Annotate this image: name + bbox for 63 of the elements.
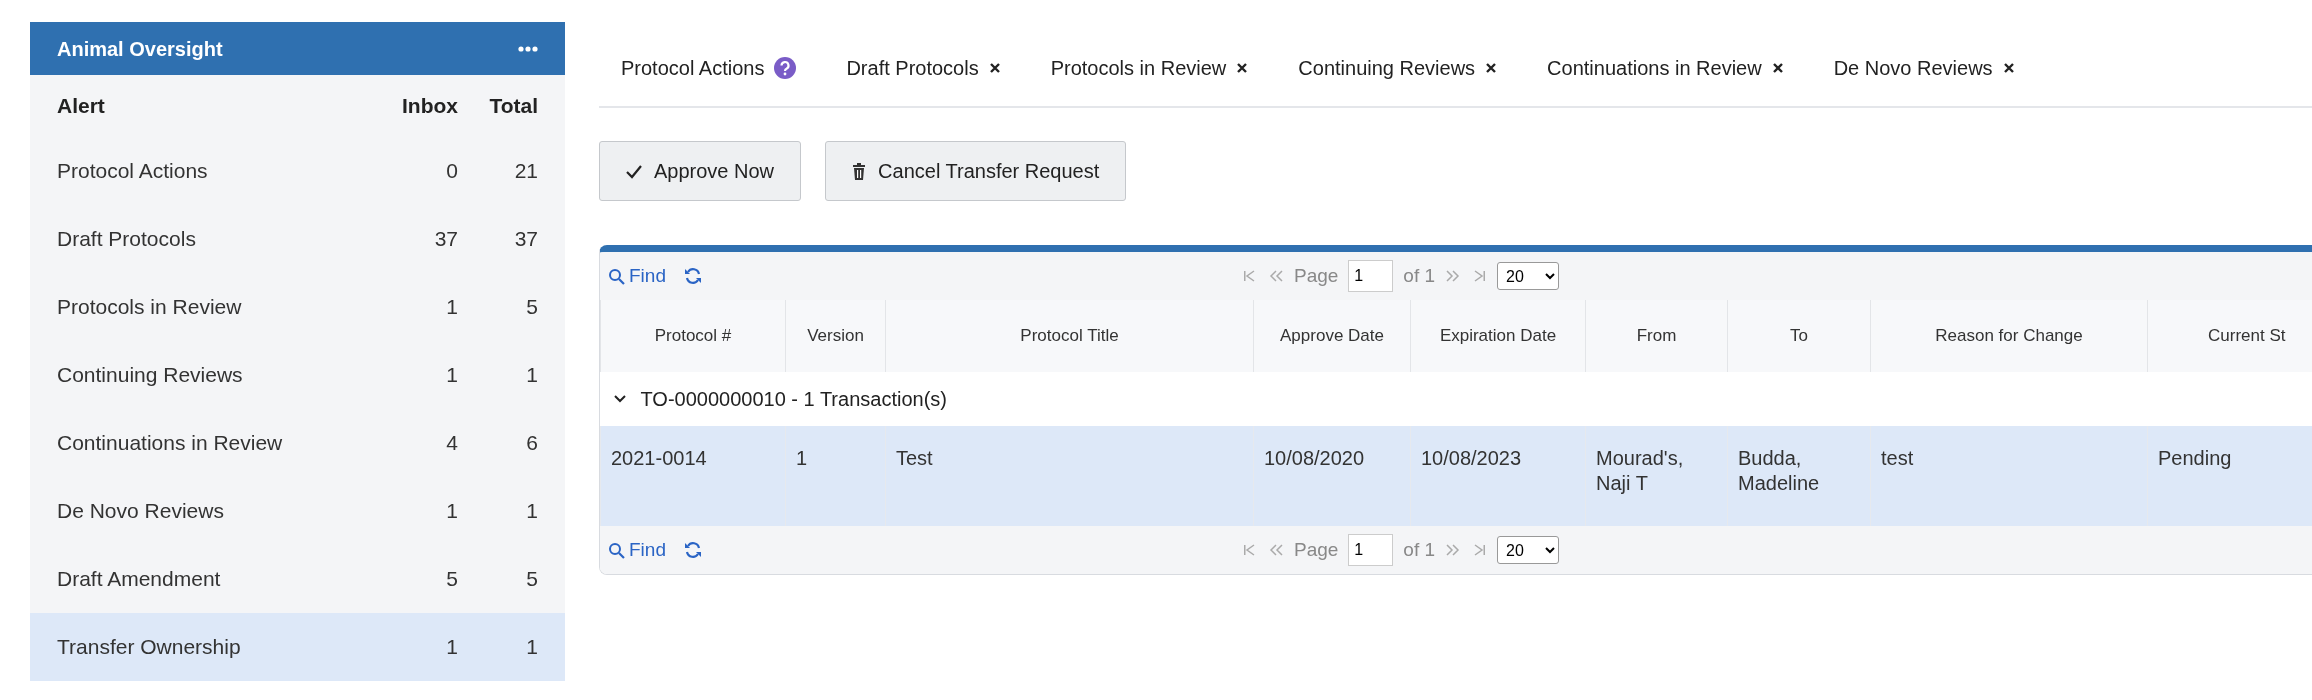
page-field[interactable]: 1 — [1348, 534, 1394, 566]
panel-title: Animal Oversight — [57, 36, 223, 62]
tab[interactable]: Protocol Actions — [621, 53, 765, 83]
table-cell: 1 — [796, 447, 808, 469]
column-header[interactable]: Protocol # — [654, 325, 732, 345]
table-cell: test — [1881, 447, 1914, 469]
alert-row[interactable]: Continuing Reviews 1 1 — [30, 341, 565, 409]
search-icon — [608, 267, 625, 285]
page-label: Page — [1293, 263, 1339, 288]
table-cell: Mourad's, Naji T — [1596, 447, 1684, 494]
find-link[interactable]: Find — [608, 535, 666, 565]
page-label: Page — [1293, 537, 1339, 562]
column-header[interactable]: Version — [807, 325, 864, 345]
alert-row[interactable]: Protocol Actions 0 21 — [30, 137, 565, 205]
tab[interactable]: De Novo Reviews — [1833, 53, 1993, 83]
tab[interactable]: Protocols in Review — [1050, 53, 1227, 83]
column-header[interactable]: Expiration Date — [1439, 325, 1557, 345]
close-icon[interactable] — [2002, 62, 2015, 74]
close-icon[interactable] — [1236, 62, 1249, 74]
alert-row[interactable]: Draft Amendment 5 5 — [30, 545, 565, 613]
table-cell: Budda, Madeline — [1738, 447, 1820, 494]
button[interactable]: Cancel Transfer Request — [825, 141, 1127, 201]
column-header: Alert — [57, 93, 106, 120]
column-header[interactable]: Protocol Title — [1020, 325, 1119, 345]
refresh-icon[interactable] — [683, 267, 702, 285]
alert-row[interactable]: Draft Protocols 37 37 — [30, 205, 565, 273]
column-header[interactable]: From — [1636, 325, 1677, 345]
page-size-select[interactable]: 20 — [1497, 536, 1560, 564]
page-field[interactable]: 1 — [1348, 260, 1394, 292]
trash-icon — [852, 162, 867, 180]
search-icon — [608, 541, 625, 559]
table-cell: Test — [896, 447, 933, 469]
table-cell: Pending — [2158, 447, 2232, 469]
tab[interactable]: Continuing Reviews — [1298, 53, 1476, 83]
alert-row[interactable]: Continuations in Review 4 6 — [30, 409, 565, 477]
tab[interactable]: Draft Protocols — [846, 53, 979, 83]
button[interactable]: Approve Now — [599, 141, 802, 201]
column-header[interactable]: Reason for Change — [1935, 325, 2083, 345]
page-size-select[interactable]: 20 — [1497, 262, 1560, 290]
tab[interactable]: Continuations in Review — [1547, 53, 1762, 83]
page-count: of 1 — [1403, 263, 1436, 288]
chevron-icon[interactable] — [612, 393, 627, 405]
table-cell: 10/08/2023 — [1421, 447, 1522, 469]
close-icon[interactable] — [1771, 62, 1784, 74]
help-icon — [774, 57, 797, 79]
column-header: Inbox — [401, 93, 458, 120]
refresh-icon[interactable] — [683, 541, 702, 559]
table-cell: 2021-0014 — [611, 447, 707, 469]
table-cell: 10/08/2020 — [1264, 447, 1365, 469]
column-header[interactable]: Approve Date — [1280, 325, 1384, 345]
page-count: of 1 — [1403, 537, 1436, 562]
close-icon[interactable] — [988, 62, 1001, 74]
find-link[interactable]: Find — [608, 261, 666, 291]
alert-row[interactable]: Protocols in Review 1 5 — [30, 273, 565, 341]
group-label: TO-0000000010 - 1 Transaction(s) — [640, 386, 947, 412]
alert-row[interactable]: De Novo Reviews 1 1 — [30, 477, 565, 545]
alert-row[interactable]: Transfer Ownership 1 1 — [30, 613, 565, 681]
close-icon[interactable] — [1485, 62, 1498, 74]
check-icon — [626, 163, 642, 179]
column-header: Total — [488, 93, 538, 120]
column-header[interactable]: To — [1790, 325, 1808, 345]
column-header[interactable]: Current St — [2208, 325, 2286, 345]
more-icon[interactable] — [518, 44, 538, 53]
